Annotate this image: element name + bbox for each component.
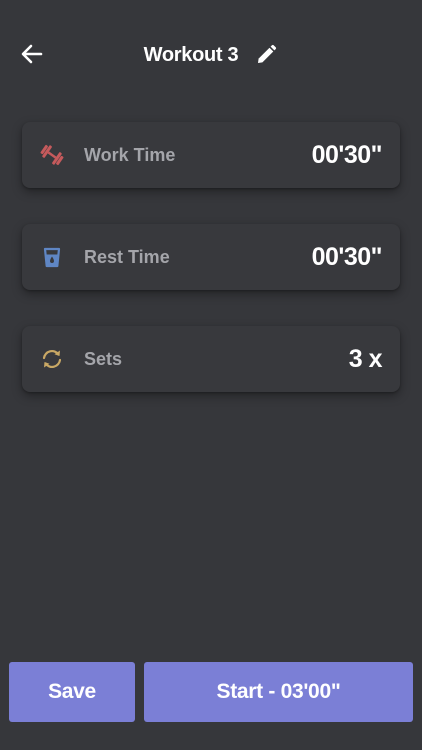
rest-time-value: 00'30" <box>311 242 383 271</box>
sets-row[interactable]: Sets 3 x <box>22 326 400 392</box>
work-time-value: 00'30" <box>311 140 383 169</box>
glass-icon <box>39 244 65 270</box>
page-title: Workout 3 <box>143 43 239 66</box>
work-time-label: Work Time <box>84 144 176 165</box>
app-header: Workout 3 <box>0 0 422 110</box>
dumbbell-icon <box>39 142 65 168</box>
work-time-row[interactable]: Work Time 00'30" <box>22 122 400 188</box>
rest-time-label: Rest Time <box>84 246 170 267</box>
repeat-icon <box>39 346 65 372</box>
title-bar: Workout 3 <box>0 40 422 70</box>
rest-time-row[interactable]: Rest Time 00'30" <box>22 224 400 290</box>
sets-value: 3 x <box>348 344 383 373</box>
sets-label: Sets <box>84 348 123 369</box>
edit-title-button[interactable] <box>254 43 278 67</box>
save-button[interactable]: Save <box>9 662 135 722</box>
start-button[interactable]: Start - 03'00" <box>144 662 413 722</box>
pencil-icon <box>258 44 277 63</box>
